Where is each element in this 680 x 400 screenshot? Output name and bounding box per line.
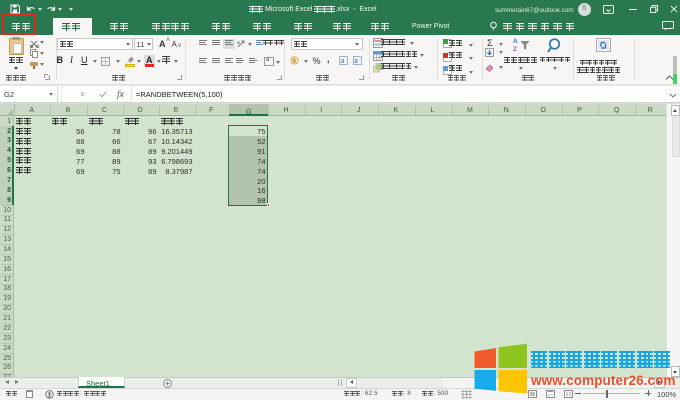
svg-text:a: a — [237, 40, 240, 46]
